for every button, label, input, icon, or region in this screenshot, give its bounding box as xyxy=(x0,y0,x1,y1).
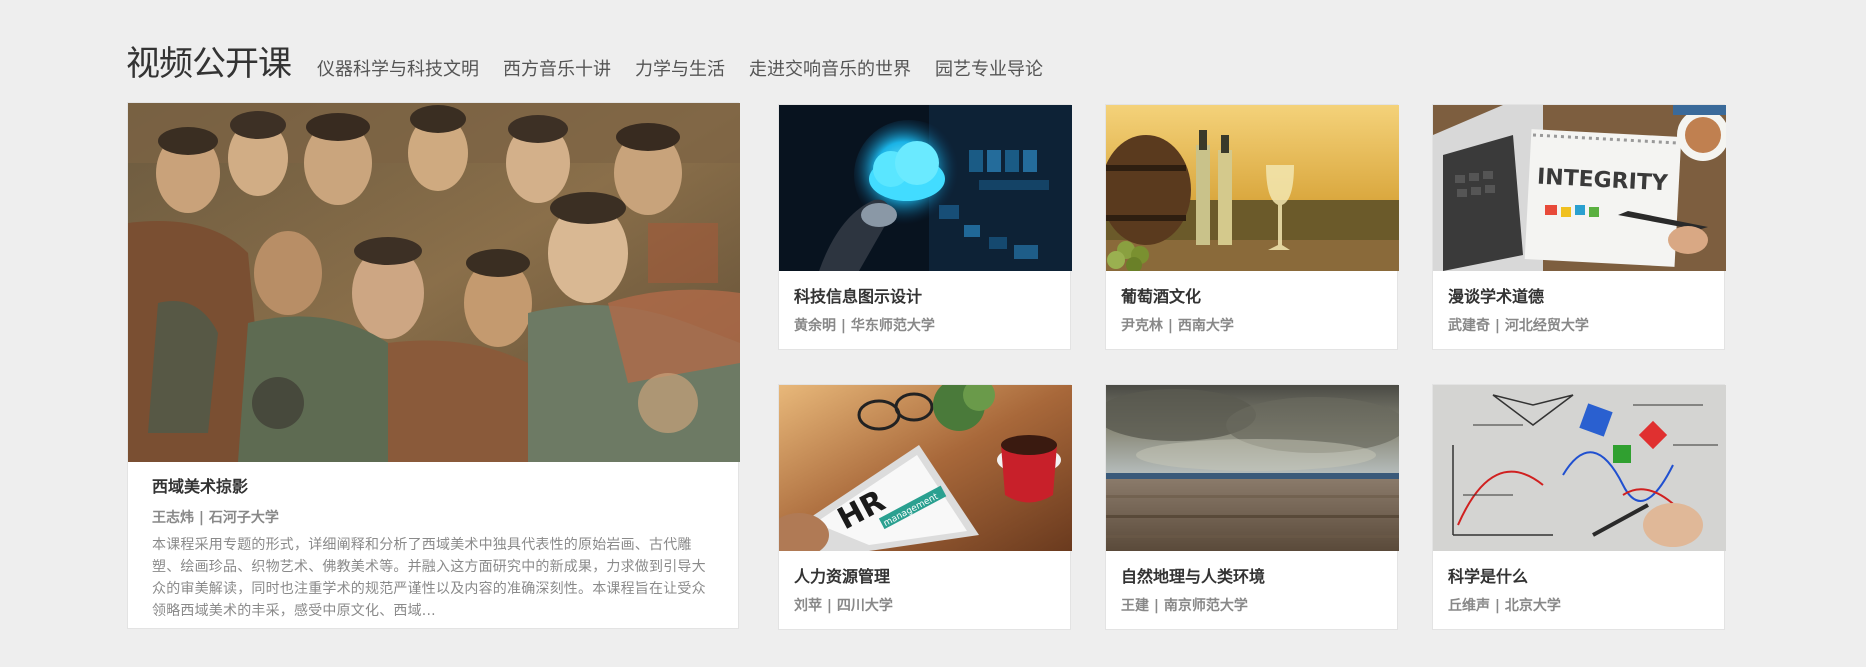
course-title[interactable]: 葡萄酒文化 xyxy=(1121,286,1382,308)
course-section-header: 视频公开课 仪器科学与科技文明 西方音乐十讲 力学与生活 走进交响音乐的世界 园… xyxy=(126,44,1067,84)
course-description: 本课程采用专题的形式，详细阐释和分析了西域美术中独具代表性的原始岩画、古代雕塑、… xyxy=(152,537,706,619)
page-title: 视频公开课 xyxy=(126,44,292,84)
course-title[interactable]: 自然地理与人类环境 xyxy=(1121,566,1382,588)
hr-tablet-image[interactable]: HR management xyxy=(779,385,1072,551)
course-instructor-university: 王建 | 南京师范大学 xyxy=(1121,598,1248,614)
course-instructor-university: 武建奇 | 河北经贸大学 xyxy=(1448,318,1589,334)
course-card-body: 人力资源管理 刘苹 | 四川大学 xyxy=(779,551,1070,616)
course-instructor-university: 刘苹 | 四川大学 xyxy=(794,598,893,614)
tab-horticulture[interactable]: 园艺专业导论 xyxy=(935,58,1043,82)
buddhist-mural-image[interactable] xyxy=(128,103,740,462)
featured-course-body: 西域美术掠影 王志炜 | 石河子大学 本课程采用专题的形式，详细阐释和分析了西域… xyxy=(128,462,738,622)
course-instructor-university: 丘维声 | 北京大学 xyxy=(1448,598,1561,614)
course-card-body: 葡萄酒文化 尹克林 | 西南大学 xyxy=(1106,271,1397,336)
course-instructor-university: 王志炜 | 石河子大学 xyxy=(152,510,279,526)
tab-symphony-music[interactable]: 走进交响音乐的世界 xyxy=(749,58,911,82)
tab-instrument-science[interactable]: 仪器科学与科技文明 xyxy=(317,58,479,82)
course-card-body: 自然地理与人类环境 王建 | 南京师范大学 xyxy=(1106,551,1397,616)
tab-western-music[interactable]: 西方音乐十讲 xyxy=(503,58,611,82)
landscape-image[interactable] xyxy=(1106,385,1399,551)
cloud-technology-image[interactable] xyxy=(779,105,1072,271)
course-card-body: 漫谈学术道德 武建奇 | 河北经贸大学 xyxy=(1433,271,1724,336)
course-card[interactable]: 葡萄酒文化 尹克林 | 西南大学 xyxy=(1105,104,1399,350)
integrity-notebook-image[interactable]: INTEGRITY xyxy=(1433,105,1726,271)
course-card[interactable]: INTEGRITY 漫谈学术道德 武建奇 | 河北经贸大学 xyxy=(1432,104,1726,350)
course-instructor-university: 黄余明 | 华东师范大学 xyxy=(794,318,935,334)
course-instructor-university: 尹克林 | 西南大学 xyxy=(1121,318,1234,334)
course-card[interactable]: 科学是什么 丘维声 | 北京大学 xyxy=(1432,384,1726,630)
course-title[interactable]: 漫谈学术道德 xyxy=(1448,286,1709,308)
course-title[interactable]: 西域美术掠影 xyxy=(152,476,714,498)
tab-mechanics-life[interactable]: 力学与生活 xyxy=(635,58,725,82)
science-formula-image[interactable] xyxy=(1433,385,1726,551)
featured-course-card[interactable]: 西域美术掠影 王志炜 | 石河子大学 本课程采用专题的形式，详细阐释和分析了西域… xyxy=(127,102,740,629)
course-title[interactable]: 科学是什么 xyxy=(1448,566,1709,588)
course-card[interactable]: HR management 人力资源管理 刘苹 | 四川大学 xyxy=(778,384,1072,630)
course-card[interactable]: 科技信息图示设计 黄余明 | 华东师范大学 xyxy=(778,104,1072,350)
course-card-body: 科技信息图示设计 黄余明 | 华东师范大学 xyxy=(779,271,1070,336)
wine-barrel-image[interactable] xyxy=(1106,105,1399,271)
course-card[interactable]: 自然地理与人类环境 王建 | 南京师范大学 xyxy=(1105,384,1399,630)
course-category-tabs: 仪器科学与科技文明 西方音乐十讲 力学与生活 走进交响音乐的世界 园艺专业导论 xyxy=(317,58,1067,84)
course-title[interactable]: 人力资源管理 xyxy=(794,566,1055,588)
course-title[interactable]: 科技信息图示设计 xyxy=(794,286,1055,308)
course-card-body: 科学是什么 丘维声 | 北京大学 xyxy=(1433,551,1724,616)
